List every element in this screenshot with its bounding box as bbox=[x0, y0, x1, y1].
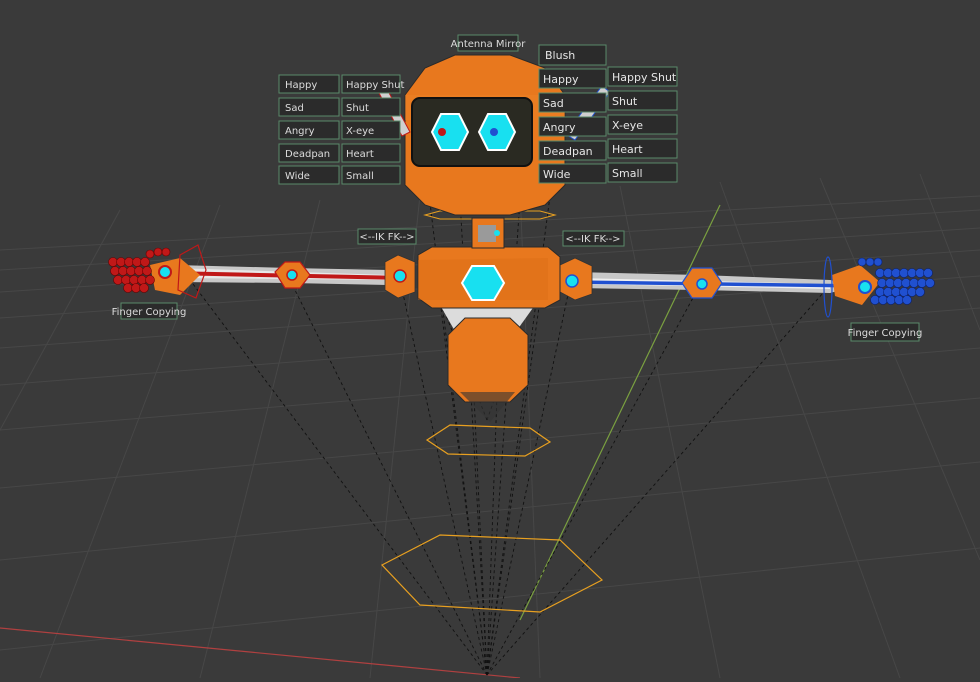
right-expression-labels[interactable]: Happy Sad Angry Deadpan Wide bbox=[538, 68, 607, 184]
right-hand[interactable] bbox=[823, 256, 935, 318]
left-elbow-control[interactable] bbox=[274, 261, 311, 289]
right-eye-small[interactable]: Small bbox=[612, 167, 643, 180]
x-axis-line bbox=[0, 627, 521, 679]
left-expression-labels[interactable]: Happy Sad Angry Deadpan Wide bbox=[278, 74, 340, 185]
robot-pelvis[interactable] bbox=[447, 317, 529, 422]
right-eye-shut[interactable]: Shut bbox=[612, 95, 638, 108]
left-eye-option-labels[interactable]: Happy Shut Shut X-eye Heart Small bbox=[341, 74, 404, 185]
right-expr-angry[interactable]: Angry bbox=[543, 121, 576, 134]
left-eye[interactable] bbox=[430, 113, 470, 151]
chest-screen bbox=[460, 265, 506, 301]
right-ikfk-switch[interactable]: <--IK FK--> bbox=[562, 230, 625, 247]
blush-text[interactable]: Blush bbox=[545, 49, 575, 62]
left-expr-happy[interactable]: Happy bbox=[285, 80, 317, 91]
blush-label[interactable]: Blush bbox=[538, 44, 607, 66]
right-expr-deadpan[interactable]: Deadpan bbox=[543, 145, 593, 158]
right-ikfk-text: <--IK FK--> bbox=[565, 234, 620, 245]
left-eye-heart[interactable]: Heart bbox=[346, 149, 374, 160]
right-eye-option-labels[interactable]: Happy Shut Shut X-eye Heart Small bbox=[607, 66, 678, 183]
left-shoulder-joint[interactable] bbox=[384, 254, 416, 299]
right-expr-sad[interactable]: Sad bbox=[543, 97, 564, 110]
robot-neck[interactable] bbox=[471, 217, 505, 249]
left-expr-sad[interactable]: Sad bbox=[285, 103, 304, 114]
left-hand[interactable] bbox=[108, 244, 207, 299]
left-expr-angry[interactable]: Angry bbox=[285, 126, 315, 137]
left-eye-x-eye[interactable]: X-eye bbox=[346, 126, 374, 137]
right-eye-x-eye[interactable]: X-eye bbox=[612, 119, 643, 132]
right-finger-copying-text: Finger Copying bbox=[848, 328, 923, 339]
3d-viewport[interactable]: Antenna Mirror Happy Sad Angry Deadpan W… bbox=[0, 0, 980, 679]
right-finger-copying-label[interactable]: Finger Copying bbox=[848, 322, 923, 342]
right-eye-happy-shut[interactable]: Happy Shut bbox=[612, 71, 677, 84]
right-shoulder-joint[interactable] bbox=[559, 257, 593, 301]
right-expr-happy[interactable]: Happy bbox=[543, 73, 579, 86]
left-ikfk-text: <--IK FK--> bbox=[359, 232, 414, 243]
left-finger-copying-text: Finger Copying bbox=[112, 307, 187, 318]
left-finger-copying-label[interactable]: Finger Copying bbox=[112, 302, 187, 320]
viewport-canvas[interactable]: Antenna Mirror Happy Sad Angry Deadpan W… bbox=[0, 0, 980, 679]
left-ikfk-switch[interactable]: <--IK FK--> bbox=[357, 228, 417, 245]
left-eye-shut[interactable]: Shut bbox=[346, 103, 369, 114]
left-eye-happy-shut[interactable]: Happy Shut bbox=[346, 80, 404, 91]
left-eye-small[interactable]: Small bbox=[346, 171, 374, 182]
antenna-mirror-label[interactable]: Antenna Mirror bbox=[451, 34, 527, 52]
right-eye-heart[interactable]: Heart bbox=[612, 143, 643, 156]
left-expr-wide[interactable]: Wide bbox=[285, 171, 310, 182]
hip-control-hexagon[interactable] bbox=[425, 424, 552, 457]
right-expr-wide[interactable]: Wide bbox=[543, 168, 571, 181]
antenna-mirror-text: Antenna Mirror bbox=[451, 39, 527, 50]
left-expr-deadpan[interactable]: Deadpan bbox=[285, 149, 330, 160]
